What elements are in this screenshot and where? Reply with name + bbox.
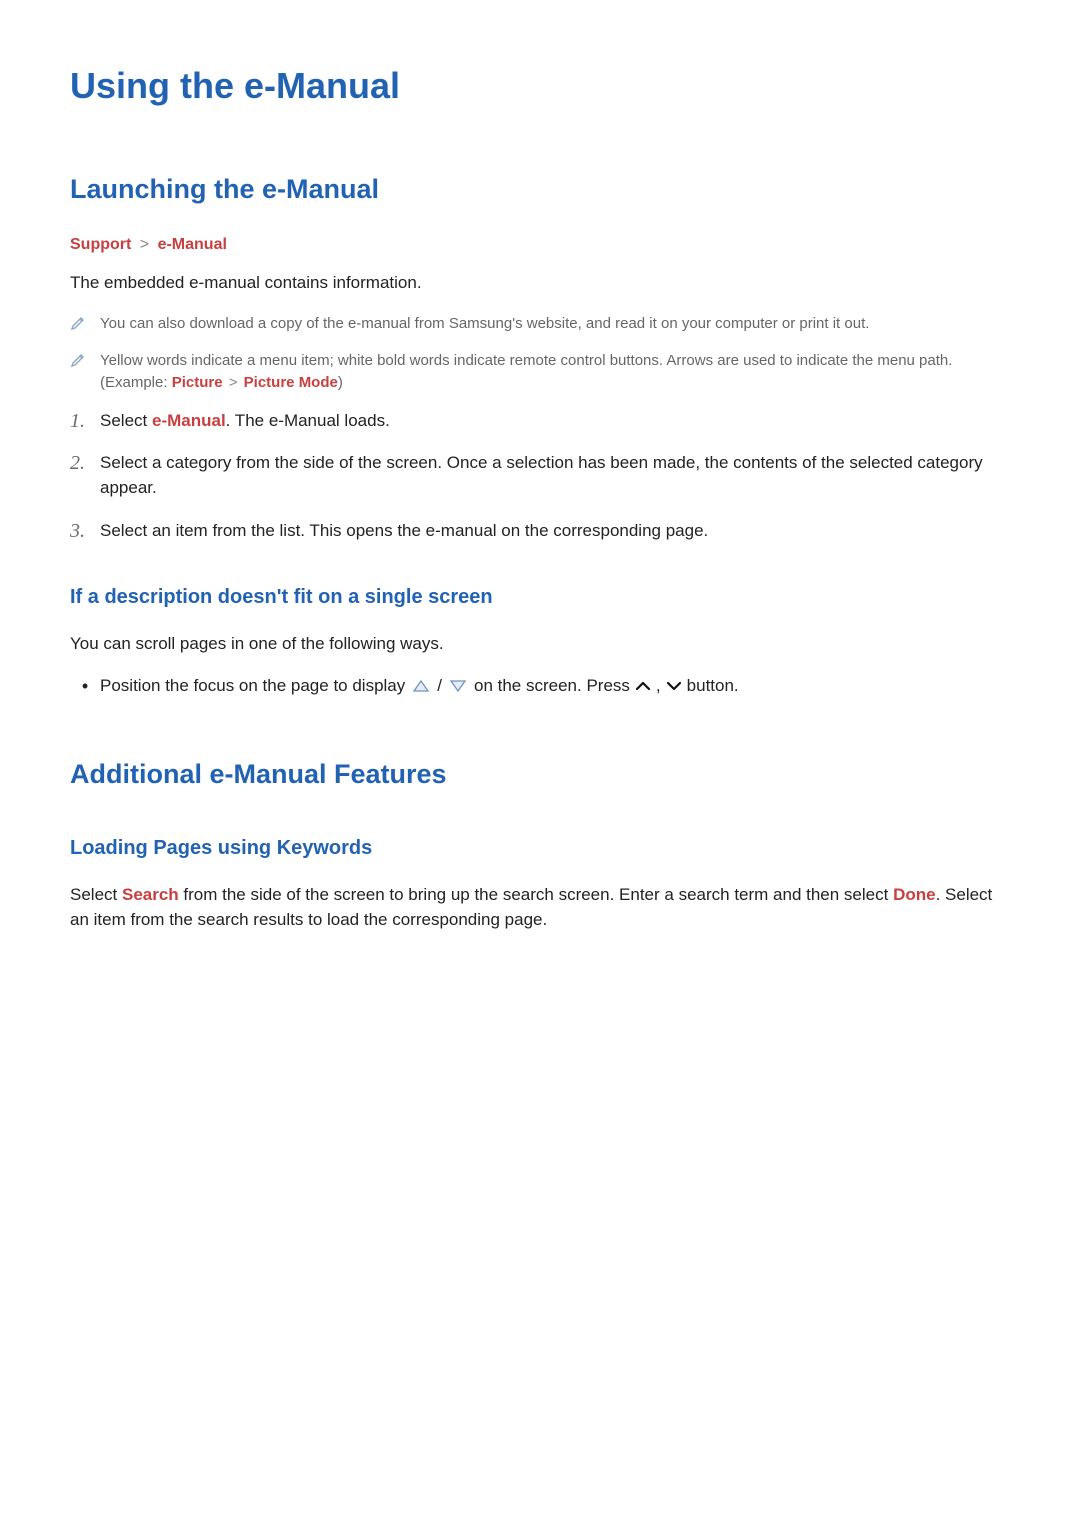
menu-path-breadcrumb: Support > e-Manual [70,233,1010,256]
note-text: You can also download a copy of the e-ma… [100,313,1010,336]
subsection-heading-keywords: Loading Pages using Keywords [70,834,1010,863]
breadcrumb-emanual: e-Manual [158,236,227,253]
bullet-list: Position the focus on the page to displa… [70,673,1010,699]
intro-text: The embedded e-manual contains informati… [70,271,1010,296]
note-list: You can also download a copy of the e-ma… [70,313,1010,395]
pencil-icon [70,315,100,331]
note-text: Yellow words indicate a menu item; white… [100,350,1010,395]
menu-item-search: Search [122,885,179,904]
breadcrumb-support: Support [70,236,131,253]
chevron-down-icon [665,679,683,693]
keywords-paragraph: Select Search from the side of the scree… [70,883,1010,932]
pencil-icon [70,352,100,368]
subsection-heading-scroll: If a description doesn't fit on a single… [70,583,1010,612]
section-heading-additional: Additional e-Manual Features [70,755,1010,794]
menu-item-done: Done [893,885,936,904]
scroll-intro: You can scroll pages in one of the follo… [70,632,1010,657]
bullet-item: Position the focus on the page to displa… [70,673,1010,699]
menu-item-picture-mode: Picture Mode [244,374,338,391]
scroll-down-soft-icon [447,677,469,695]
step-item: Select an item from the list. This opens… [70,519,1010,544]
step-item: Select e-Manual. The e-Manual loads. [70,409,1010,434]
note-item: You can also download a copy of the e-ma… [70,313,1010,336]
section-heading-launching: Launching the e-Manual [70,170,1010,209]
breadcrumb-separator: > [140,236,149,253]
steps-list: Select e-Manual. The e-Manual loads. Sel… [70,409,1010,544]
step-item: Select a category from the side of the s… [70,451,1010,500]
menu-item-picture: Picture [172,374,223,391]
note-item: Yellow words indicate a menu item; white… [70,350,1010,395]
chevron-up-icon [634,679,652,693]
breadcrumb-separator: > [225,374,242,391]
page-title: Using the e-Manual [70,60,1010,112]
menu-item-emanual: e-Manual [152,411,226,430]
scroll-up-soft-icon [410,677,432,695]
